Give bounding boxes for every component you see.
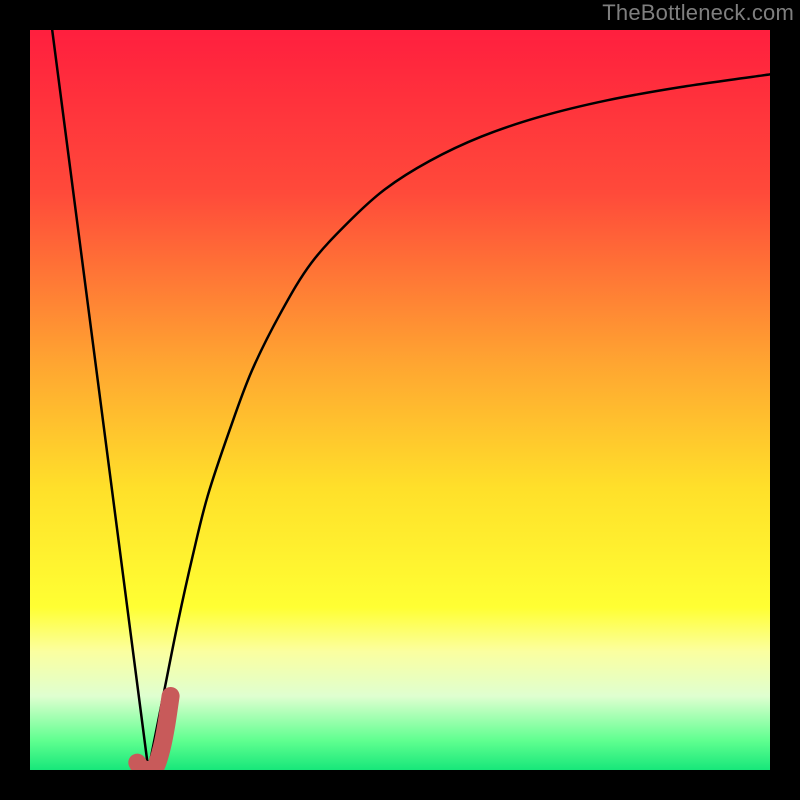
gradient-background — [30, 30, 770, 770]
watermark-text: TheBottleneck.com — [602, 0, 794, 26]
plot-area — [30, 30, 770, 770]
chart-svg — [30, 30, 770, 770]
outer-frame: TheBottleneck.com — [0, 0, 800, 800]
